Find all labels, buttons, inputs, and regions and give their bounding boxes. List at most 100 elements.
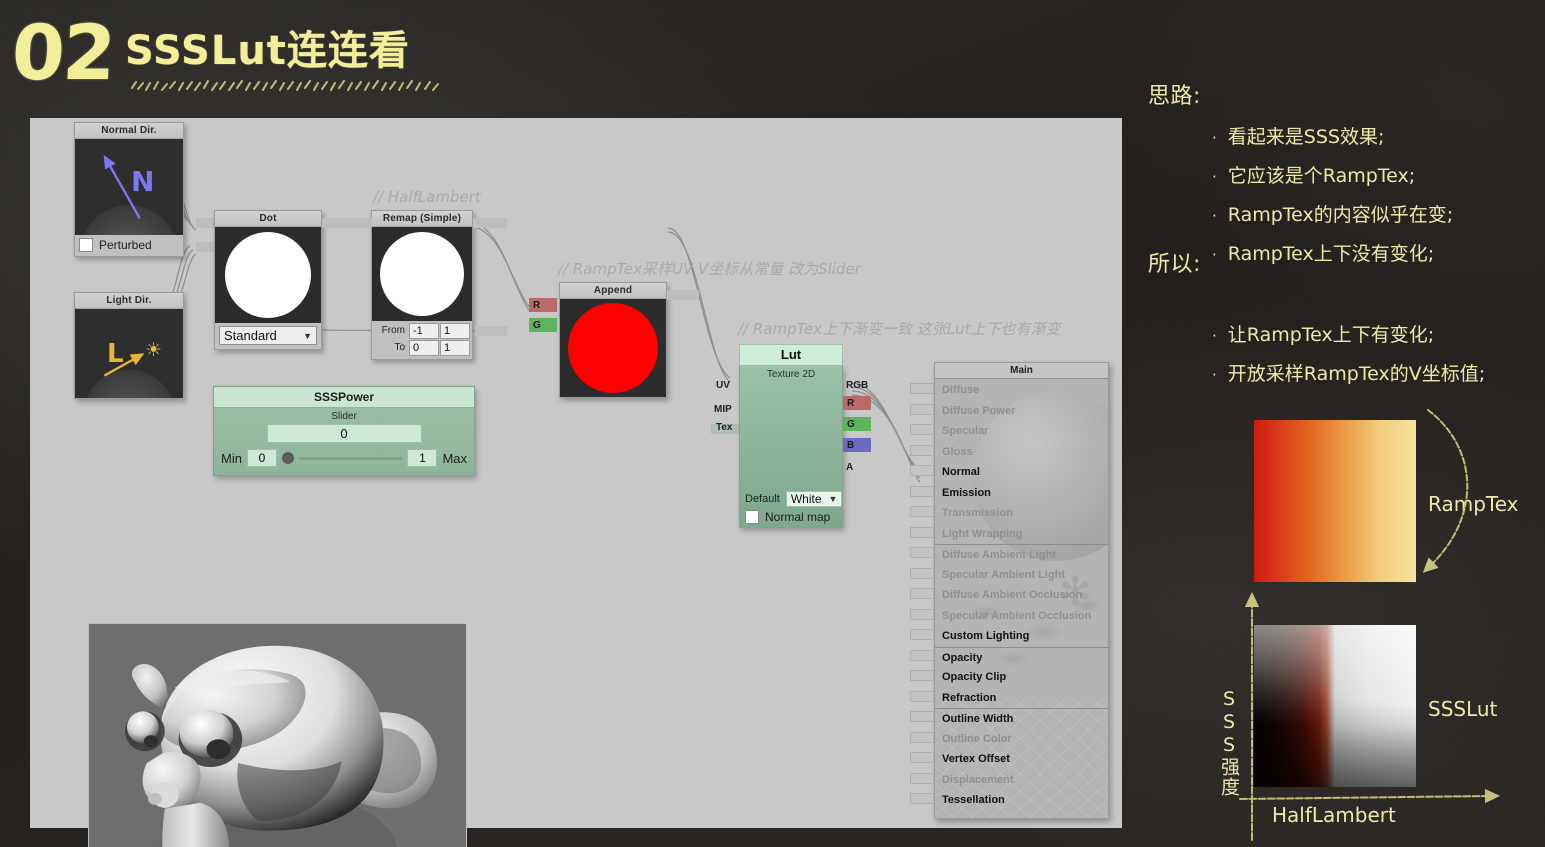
append-input-g-port[interactable]: G: [529, 318, 557, 332]
main-socket-custom-lighting[interactable]: [910, 629, 934, 640]
lut-output-r-port[interactable]: R: [843, 396, 871, 410]
node-lut-title: Lut: [739, 344, 843, 366]
main-property-diffuse-power[interactable]: Diffuse Power: [935, 401, 1108, 422]
main-socket-outline-width[interactable]: [910, 711, 934, 722]
main-property-refraction[interactable]: Refraction: [935, 688, 1108, 709]
dot-mode-dropdown[interactable]: Standard ▼: [219, 326, 317, 345]
main-property-opacity[interactable]: Opacity: [935, 646, 1108, 668]
notes-bullet-1-text: 看起来是SSS效果;: [1227, 126, 1385, 148]
main-socket-specular-ambient-light[interactable]: [910, 567, 934, 579]
notes-bullet-1-text: RampTex的内容似乎在变;: [1227, 204, 1454, 226]
ssspower-value-field[interactable]: 0: [266, 424, 422, 443]
bullet-dot-icon: ·: [1212, 129, 1217, 147]
main-socket-refraction[interactable]: [910, 690, 934, 702]
main-property-specular-ambient-occlusion[interactable]: Specular Ambient Occlusion: [935, 606, 1108, 627]
node-lut[interactable]: Lut Texture 2D Default White ▼ Normal ma…: [739, 344, 843, 528]
main-socket-diffuse-ambient-occlusion[interactable]: [910, 588, 934, 599]
remap-to-min-field[interactable]: 0: [409, 340, 439, 356]
main-socket-normal[interactable]: [910, 465, 934, 476]
main-property-diffuse[interactable]: Diffuse: [935, 380, 1108, 401]
append-input-g-label: G: [533, 319, 541, 331]
normal-map-checkbox[interactable]: [745, 510, 759, 524]
node-dot-title: Dot: [215, 211, 321, 227]
main-property-vertex-offset[interactable]: Vertex Offset: [935, 749, 1108, 770]
node-append[interactable]: Append: [559, 282, 667, 398]
ssspower-slider-track[interactable]: [298, 456, 403, 460]
main-socket-opacity-clip[interactable]: [910, 670, 934, 681]
main-socket-transmission[interactable]: [910, 506, 934, 517]
node-light-dir-title: Light Dir.: [75, 293, 183, 309]
main-property-opacity-clip[interactable]: Opacity Clip: [935, 667, 1108, 688]
ssspower-slider-handle[interactable]: [281, 452, 294, 464]
lut-default-value: White: [790, 492, 822, 506]
append-input-r-port[interactable]: R: [529, 298, 557, 312]
node-remap-simple[interactable]: Remap (Simple) From -1 1 To 0 1: [371, 210, 473, 360]
ssspower-min-label: Min: [221, 450, 242, 466]
main-socket-outline-color[interactable]: [910, 731, 934, 743]
normal-map-label: Normal map: [765, 510, 831, 524]
ssspower-output-socket[interactable]: [475, 326, 507, 336]
shader-graph-canvas[interactable]: Normal Dir. N Perturbed Light Dir. L ☀ D…: [30, 118, 1122, 847]
main-property-gloss[interactable]: Gloss: [935, 442, 1108, 463]
main-socket-opacity[interactable]: [910, 649, 934, 661]
main-property-transmission[interactable]: Transmission: [935, 503, 1108, 524]
main-property-custom-lighting[interactable]: Custom Lighting: [935, 626, 1108, 647]
x-axis-label: HalfLambert: [1272, 803, 1396, 827]
node-normal-dir-title: Normal Dir.: [75, 123, 183, 139]
ssslut-label: SSSLut: [1428, 697, 1498, 721]
main-property-diffuse-ambient-occlusion[interactable]: Diffuse Ambient Occlusion: [935, 585, 1108, 606]
node-lut-footer[interactable]: Default White ▼ Normal map: [740, 491, 843, 524]
node-dot[interactable]: Dot Standard ▼: [214, 210, 322, 350]
lut-input-tex-label: Tex: [716, 422, 733, 433]
main-property-light-wrapping[interactable]: Light Wrapping: [935, 524, 1108, 545]
main-node-property-list[interactable]: Diffuse Diffuse Power Specular Gloss Normal E…: [935, 379, 1108, 811]
ssspower-max-field[interactable]: 1: [407, 449, 438, 467]
main-socket-light-wrapping[interactable]: [910, 526, 934, 538]
main-socket-displacement[interactable]: [910, 772, 934, 784]
main-socket-gloss[interactable]: [910, 444, 934, 456]
normal-vector-glyph: N: [131, 165, 155, 198]
node-normal-dir-footer[interactable]: Perturbed: [75, 235, 183, 256]
remap-to-max-field[interactable]: 1: [440, 340, 470, 356]
lut-default-dropdown[interactable]: White ▼: [785, 491, 843, 507]
ssspower-min-field[interactable]: 0: [246, 449, 277, 467]
main-property-specular-ambient-light[interactable]: Specular Ambient Light: [935, 565, 1108, 586]
main-property-tessellation[interactable]: Tessellation: [935, 790, 1108, 811]
main-socket-diffuse-power[interactable]: [910, 403, 934, 415]
notes-bullet-1-text: 它应该是个RampTex;: [1227, 165, 1416, 187]
notes-bullet-2-item: · 开放采样RampTex的V坐标值;: [1212, 359, 1485, 386]
node-light-dir[interactable]: Light Dir. L ☀: [74, 292, 184, 399]
ramptex-gradient-swatch: [1254, 420, 1416, 582]
main-socket-emission[interactable]: [910, 485, 934, 497]
main-property-outline-color[interactable]: Outline Color: [935, 729, 1108, 750]
remap-from-min-field[interactable]: -1: [409, 323, 439, 339]
main-property-normal[interactable]: Normal: [935, 462, 1108, 483]
main-property-diffuse-ambient-light[interactable]: Diffuse Ambient Light: [935, 544, 1108, 565]
main-property-displacement[interactable]: Displacement: [935, 770, 1108, 791]
main-socket-diffuse-ambient-light[interactable]: [910, 547, 934, 558]
sun-icon: ☀: [145, 340, 163, 361]
node-normal-dir[interactable]: Normal Dir. N Perturbed: [74, 122, 184, 257]
lut-output-b-port[interactable]: B: [843, 438, 871, 452]
main-property-specular[interactable]: Specular: [935, 421, 1108, 442]
main-socket-specular-ambient-occlusion[interactable]: [910, 608, 934, 620]
node-dot-footer[interactable]: Standard ▼: [215, 323, 321, 349]
append-output-socket[interactable]: [667, 290, 699, 300]
lut-output-g-port[interactable]: G: [843, 417, 871, 431]
notes-bullet-2-item: · 让RampTex上下有变化;: [1212, 320, 1434, 347]
main-socket-tessellation[interactable]: [910, 793, 934, 804]
remap-from-max-field[interactable]: 1: [440, 323, 470, 339]
main-socket-vertex-offset[interactable]: [910, 752, 934, 763]
main-socket-specular[interactable]: [910, 424, 934, 435]
perturbed-checkbox[interactable]: [79, 238, 93, 252]
node-ssspower[interactable]: SSSPower Slider 0 Min 0 1 Max: [213, 386, 475, 476]
remap-output-socket[interactable]: [473, 218, 507, 228]
ssspower-range-row[interactable]: Min 0 1 Max: [214, 443, 474, 475]
node-main-master[interactable]: Main ✻ DiffuseDiffuse PowerSpecularGloss…: [934, 362, 1109, 819]
main-property-emission[interactable]: Emission: [935, 483, 1108, 504]
title-underline-scribble: [130, 79, 440, 92]
remap-fields[interactable]: From -1 1 To 0 1: [372, 321, 472, 359]
main-socket-diffuse[interactable]: [910, 383, 934, 394]
main-property-outline-width[interactable]: Outline Width: [935, 708, 1108, 729]
ssspower-max-label: Max: [442, 450, 467, 466]
